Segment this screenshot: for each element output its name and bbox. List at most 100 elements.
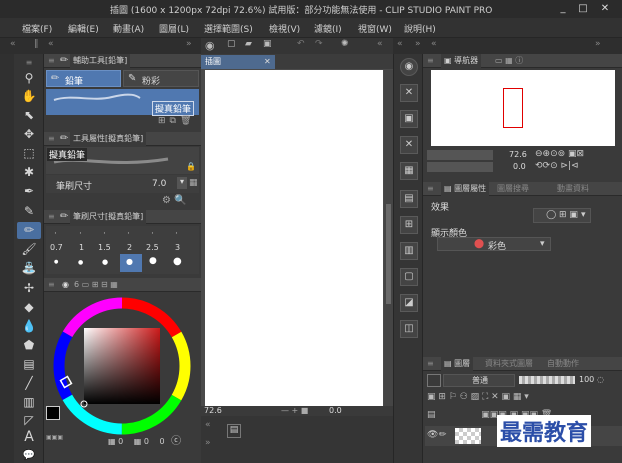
- size-dot-large[interactable]: ●: [78, 259, 83, 266]
- size-dot-large[interactable]: ●: [126, 257, 133, 266]
- gradient-tool-icon[interactable]: ▤: [17, 356, 41, 373]
- panel-menu-icon[interactable]: ≡: [48, 278, 55, 292]
- menu-filter[interactable]: 濾鏡(I): [314, 22, 342, 35]
- collapse-left-icon[interactable]: «: [10, 39, 16, 49]
- panel-menu-icon[interactable]: ≡: [427, 54, 434, 68]
- collapse-canvas-icon[interactable]: «: [377, 39, 383, 49]
- layer-folder-tab[interactable]: 資料夾式圖層: [485, 357, 533, 371]
- balloon-tool-icon[interactable]: 💬: [17, 447, 41, 463]
- navigator-rotate-buttons[interactable]: ⟲⟳⊙ ⊳|⊲: [535, 161, 579, 171]
- layer-search-tab[interactable]: 圖層搜尋: [497, 182, 529, 196]
- eye-icon[interactable]: 👁: [427, 430, 438, 440]
- pressure-icon[interactable]: ▦: [189, 178, 198, 188]
- navigator-zoom[interactable]: 72.6: [509, 150, 527, 159]
- size-dot-large[interactable]: ●: [102, 258, 108, 266]
- material-3-icon[interactable]: ✕: [400, 136, 418, 154]
- navigator-angle[interactable]: 0.0: [513, 162, 526, 171]
- size-dot-large[interactable]: ●: [149, 256, 157, 266]
- value-value[interactable]: 0: [160, 437, 165, 446]
- maximize-button[interactable]: □: [574, 1, 592, 17]
- size-dot-large[interactable]: ●: [173, 256, 182, 267]
- zoom-tool-icon[interactable]: ⚲: [17, 70, 41, 87]
- brush-size-option[interactable]: 2: [127, 243, 132, 252]
- menu-animation[interactable]: 動畫(A): [113, 22, 144, 35]
- ruler-tool-icon[interactable]: ◸: [17, 412, 41, 429]
- eyedropper-tool-icon[interactable]: ✒: [17, 183, 41, 200]
- app-logo-icon[interactable]: ◉: [205, 39, 215, 52]
- pen-tool-icon[interactable]: ✎: [17, 203, 41, 220]
- brush-size-option[interactable]: 1: [79, 243, 84, 252]
- size-dot-large[interactable]: ●: [54, 259, 58, 265]
- size-stepper-icon[interactable]: ▾: [177, 177, 187, 189]
- transparent-swatch-icons[interactable]: ▣▣▣: [46, 434, 63, 441]
- navigator-extra-tabs[interactable]: ▭ ▦ ⓘ: [495, 54, 523, 68]
- panel-menu-icon[interactable]: ≡: [48, 132, 55, 146]
- expand-right-2-icon[interactable]: »: [595, 39, 601, 49]
- material-7-icon[interactable]: ▥: [400, 242, 418, 260]
- layer-thumbnail[interactable]: [455, 428, 481, 444]
- material-10-icon[interactable]: ◫: [400, 320, 418, 338]
- menu-view[interactable]: 檢視(V): [269, 22, 300, 35]
- brush-size-tab[interactable]: 筆刷尺寸[擬真鉛筆]: [70, 210, 147, 224]
- hand-tool-icon[interactable]: ✋: [17, 88, 41, 105]
- opacity-value[interactable]: 100: [579, 375, 594, 384]
- brush-tool-icon[interactable]: 🖌: [17, 241, 41, 258]
- menu-help[interactable]: 說明(H): [404, 22, 436, 35]
- panel-menu-icon[interactable]: ≡: [48, 210, 55, 224]
- panel-menu-icon[interactable]: ≡: [427, 182, 434, 196]
- color-tab-icons[interactable]: 6 ▭ ⊞ ⊟ ▦: [74, 278, 118, 292]
- display-color-select[interactable]: ⬤ 彩色 ▾: [437, 237, 551, 252]
- material-9-icon[interactable]: ◪: [400, 294, 418, 312]
- brush-size-option[interactable]: 2.5: [146, 243, 159, 252]
- saturation-value[interactable]: 0: [144, 437, 149, 446]
- menu-select[interactable]: 選擇範圍(S): [204, 22, 253, 35]
- menu-layer[interactable]: 圖層(L): [159, 22, 189, 35]
- zoom-slider[interactable]: [427, 150, 493, 160]
- brush-size-option[interactable]: 3: [175, 243, 180, 252]
- canvas-vscrollbar[interactable]: [384, 70, 393, 415]
- sub-tool-tab-pencil[interactable]: ✏ 鉛筆: [46, 70, 121, 87]
- minimize-button[interactable]: _: [554, 1, 572, 17]
- canvas-angle[interactable]: 0.0: [329, 406, 342, 415]
- canvas-document[interactable]: [205, 70, 383, 415]
- brush-size-option[interactable]: 0.7: [50, 243, 63, 252]
- material-8-icon[interactable]: ▢: [400, 268, 418, 286]
- opacity-stepper-icon[interactable]: ◌: [597, 375, 604, 384]
- color-wheel-tab-icon[interactable]: ◉: [62, 278, 69, 292]
- material-6-icon[interactable]: ⊞: [400, 216, 418, 234]
- selection-tool-icon[interactable]: ⬚: [17, 145, 41, 162]
- brush-size-option[interactable]: 1.5: [98, 243, 111, 252]
- tool-property-tab[interactable]: 工具屬性[擬真鉛筆]: [70, 132, 147, 146]
- size-dot[interactable]: ·: [175, 229, 178, 239]
- layer-property-tab[interactable]: ▤ 圖層屬性: [441, 182, 490, 196]
- timeline-toggle-icon[interactable]: ▤: [227, 424, 241, 438]
- operation-tool-icon[interactable]: ⬉: [17, 107, 41, 124]
- decoration-tool-icon[interactable]: ✢: [17, 280, 41, 297]
- redo-icon[interactable]: ↷: [315, 39, 323, 49]
- size-dot[interactable]: ·: [127, 229, 130, 239]
- navigator-zoom-buttons[interactable]: ⊖⊕⊙⊚ ▣⊠: [535, 149, 584, 159]
- menu-edit[interactable]: 編輯(E): [68, 22, 99, 35]
- hue-value[interactable]: 0: [118, 437, 123, 446]
- close-tab-icon[interactable]: ✕: [264, 55, 271, 69]
- figure-tool-icon[interactable]: ╱: [17, 375, 41, 392]
- collapse-mid-icon[interactable]: «: [397, 39, 403, 49]
- navigator-icon[interactable]: ◉: [400, 58, 418, 76]
- sub-tool-tab-pastel[interactable]: ✎ 粉彩: [123, 70, 199, 87]
- move-layer-tool-icon[interactable]: ✥: [17, 126, 41, 143]
- layer-tab[interactable]: ▤ 圖層: [441, 357, 474, 371]
- layer-toolbar-1[interactable]: ▣ ⊞ ⚐ ⚇ ▨ ⛶ ✕ ▣ ▦ ▾: [427, 392, 622, 408]
- undo-icon[interactable]: ↶: [297, 39, 305, 49]
- collapse-left-2-icon[interactable]: «: [48, 39, 54, 49]
- close-button[interactable]: ✕: [596, 1, 614, 17]
- blend-tool-icon[interactable]: 💧: [17, 318, 41, 335]
- menu-window[interactable]: 視窗(W): [358, 22, 392, 35]
- size-dot[interactable]: ·: [79, 229, 82, 239]
- size-dot[interactable]: ·: [151, 229, 154, 239]
- brush-list-item[interactable]: 擬真鉛筆: [46, 89, 199, 116]
- color-wheel[interactable]: [44, 294, 201, 444]
- material-2-icon[interactable]: ▣: [400, 110, 418, 128]
- expand-mid-icon[interactable]: »: [415, 39, 421, 49]
- canvas-tab[interactable]: 插圖 ✕: [201, 55, 275, 69]
- opacity-slider[interactable]: [519, 376, 575, 384]
